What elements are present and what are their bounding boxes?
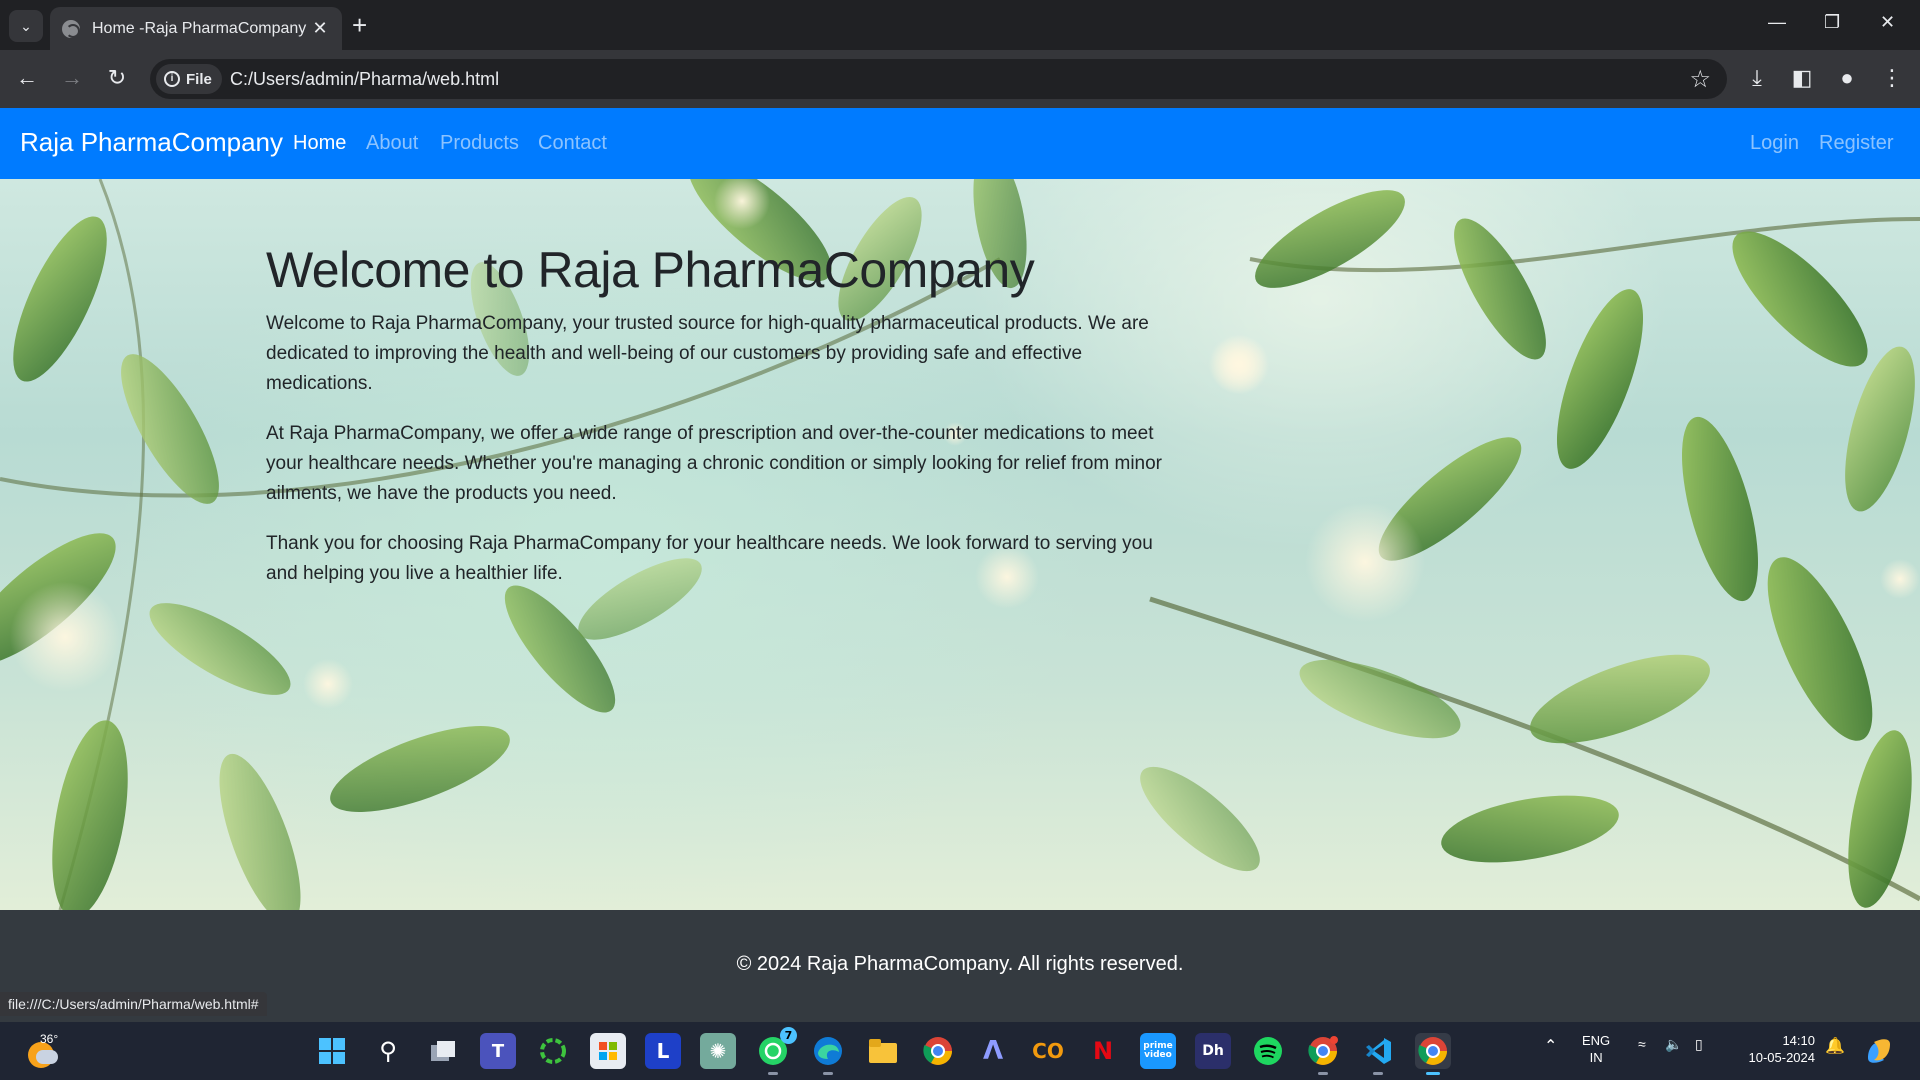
url-text[interactable]: C:/Users/admin/Pharma/web.html <box>230 69 499 90</box>
navbar-brand[interactable]: Raja PharmaCompany <box>20 127 283 158</box>
language-indicator[interactable]: ENG IN <box>1582 1032 1610 1066</box>
restore-icon[interactable]: ❐ <box>1824 12 1840 33</box>
browser-toolbar: ← → ↻ i File C:/Users/admin/Pharma/web.h… <box>0 50 1920 108</box>
nav-link-products[interactable]: Products <box>440 132 519 155</box>
l-app-icon[interactable]: L <box>645 1033 681 1069</box>
nav-link-about[interactable]: About <box>366 132 418 155</box>
address-bar[interactable]: i File C:/Users/admin/Pharma/web.html ☆ <box>150 59 1727 99</box>
tab-title: Home -Raja PharmaCompany <box>92 19 307 37</box>
download-icon[interactable]: ⤓ <box>1742 64 1772 92</box>
hero-paragraph-thanks: Thank you for choosing Raja PharmaCompan… <box>266 533 1153 584</box>
spotify-icon[interactable] <box>1250 1033 1286 1069</box>
globe-icon <box>62 19 80 38</box>
hero-paragraph-intro: Welcome to Raja PharmaCompany, your trus… <box>266 313 1149 394</box>
file-explorer-icon[interactable] <box>865 1033 901 1069</box>
page-viewport: Raja PharmaCompany Home About Products C… <box>0 108 1920 1022</box>
site-info-label: File <box>186 70 212 88</box>
close-icon[interactable]: ✕ <box>310 18 330 39</box>
notification-bell-icon[interactable]: 🔔 <box>1825 1036 1845 1056</box>
menu-kebab-icon[interactable]: ⋮ <box>1877 64 1907 92</box>
circle-app-icon[interactable] <box>535 1033 571 1069</box>
whatsapp-icon[interactable]: 7 <box>755 1027 797 1075</box>
side-panel-icon[interactable]: ◧ <box>1787 64 1817 92</box>
weather-temperature: 36° <box>40 1032 59 1046</box>
chrome-active-icon[interactable] <box>1415 1033 1451 1075</box>
bookmark-star-icon[interactable]: ☆ <box>1689 65 1711 94</box>
chevron-up-icon[interactable]: ⌃ <box>1544 1036 1557 1056</box>
system-clock[interactable]: 14:10 10-05-2024 <box>1735 1032 1816 1066</box>
forward-arrow-icon[interactable]: → <box>57 64 87 92</box>
netflix-icon[interactable]: N <box>1085 1033 1121 1069</box>
region-code: IN <box>1589 1050 1603 1065</box>
teams-icon[interactable]: T <box>480 1033 516 1069</box>
start-icon[interactable] <box>314 1033 350 1069</box>
link-status-bubble: file:///C:/Users/admin/Pharma/web.html# <box>0 992 267 1016</box>
language-code: ENG <box>1582 1033 1611 1048</box>
chatgpt-icon[interactable]: ✺ <box>700 1033 736 1069</box>
browser-tab-bar: ⌄ Home -Raja PharmaCompany ✕ + — ❐ ✕ <box>0 0 1920 50</box>
volume-icon[interactable]: 🔈 <box>1665 1036 1682 1053</box>
store-icon[interactable] <box>590 1033 626 1069</box>
site-info-chip[interactable]: i File <box>156 64 222 94</box>
chrome-profile-icon[interactable] <box>1305 1033 1341 1075</box>
arc-icon[interactable]: Λ <box>975 1033 1011 1069</box>
hero-content: Welcome to Raja PharmaCompany Welcome to… <box>266 241 1176 609</box>
nav-link-contact[interactable]: Contact <box>538 132 607 155</box>
hero-title: Welcome to Raja PharmaCompany <box>266 242 1035 298</box>
wifi-icon[interactable]: ≈ <box>1638 1036 1646 1052</box>
reload-icon[interactable]: ↻ <box>102 64 132 92</box>
dh-app-icon[interactable]: Dh <box>1195 1033 1231 1069</box>
nav-link-register[interactable]: Register <box>1819 132 1893 155</box>
cloud-icon <box>36 1050 58 1064</box>
search-icon[interactable]: ⚲ <box>370 1033 406 1069</box>
clock-date: 10-05-2024 <box>1748 1050 1816 1065</box>
copilot-icon[interactable] <box>1862 1033 1896 1069</box>
hero-section: Welcome to Raja PharmaCompany Welcome to… <box>0 179 1920 910</box>
co-app-icon[interactable]: CO <box>1030 1033 1066 1069</box>
whatsapp-notification-badge: 7 <box>780 1027 797 1044</box>
nav-link-login[interactable]: Login <box>1750 132 1799 155</box>
profile-icon[interactable]: ● <box>1832 64 1862 92</box>
clock-time: 14:10 <box>1782 1033 1815 1048</box>
nav-link-home[interactable]: Home <box>293 132 346 155</box>
browser-tab[interactable]: Home -Raja PharmaCompany ✕ <box>50 7 342 50</box>
tab-search-button[interactable]: ⌄ <box>9 10 43 42</box>
info-icon: i <box>164 71 180 87</box>
site-footer: © 2024 Raja PharmaCompany. All rights re… <box>0 910 1920 1022</box>
prime-video-icon[interactable]: prime video <box>1140 1033 1176 1069</box>
new-tab-button[interactable]: + <box>352 12 367 38</box>
footer-copyright: © 2024 Raja PharmaCompany. All rights re… <box>736 953 1184 975</box>
vscode-icon[interactable] <box>1360 1033 1396 1075</box>
back-arrow-icon[interactable]: ← <box>12 64 42 92</box>
task-view-icon[interactable] <box>425 1033 461 1069</box>
close-window-icon[interactable]: ✕ <box>1880 12 1895 33</box>
hero-paragraph-products: At Raja PharmaCompany, we offer a wide r… <box>266 423 1163 504</box>
edge-icon[interactable] <box>810 1033 846 1075</box>
windows-taskbar: 36° ⚲ T L ✺ 7 Λ CO N prime video Dh ⌃ EN… <box>0 1022 1920 1080</box>
minimize-icon[interactable]: — <box>1768 12 1786 33</box>
battery-icon[interactable]: ▯ <box>1695 1036 1703 1053</box>
chevron-down-icon: ⌄ <box>20 17 32 34</box>
chrome-icon[interactable] <box>920 1033 956 1069</box>
site-navbar: Raja PharmaCompany Home About Products C… <box>0 108 1920 179</box>
